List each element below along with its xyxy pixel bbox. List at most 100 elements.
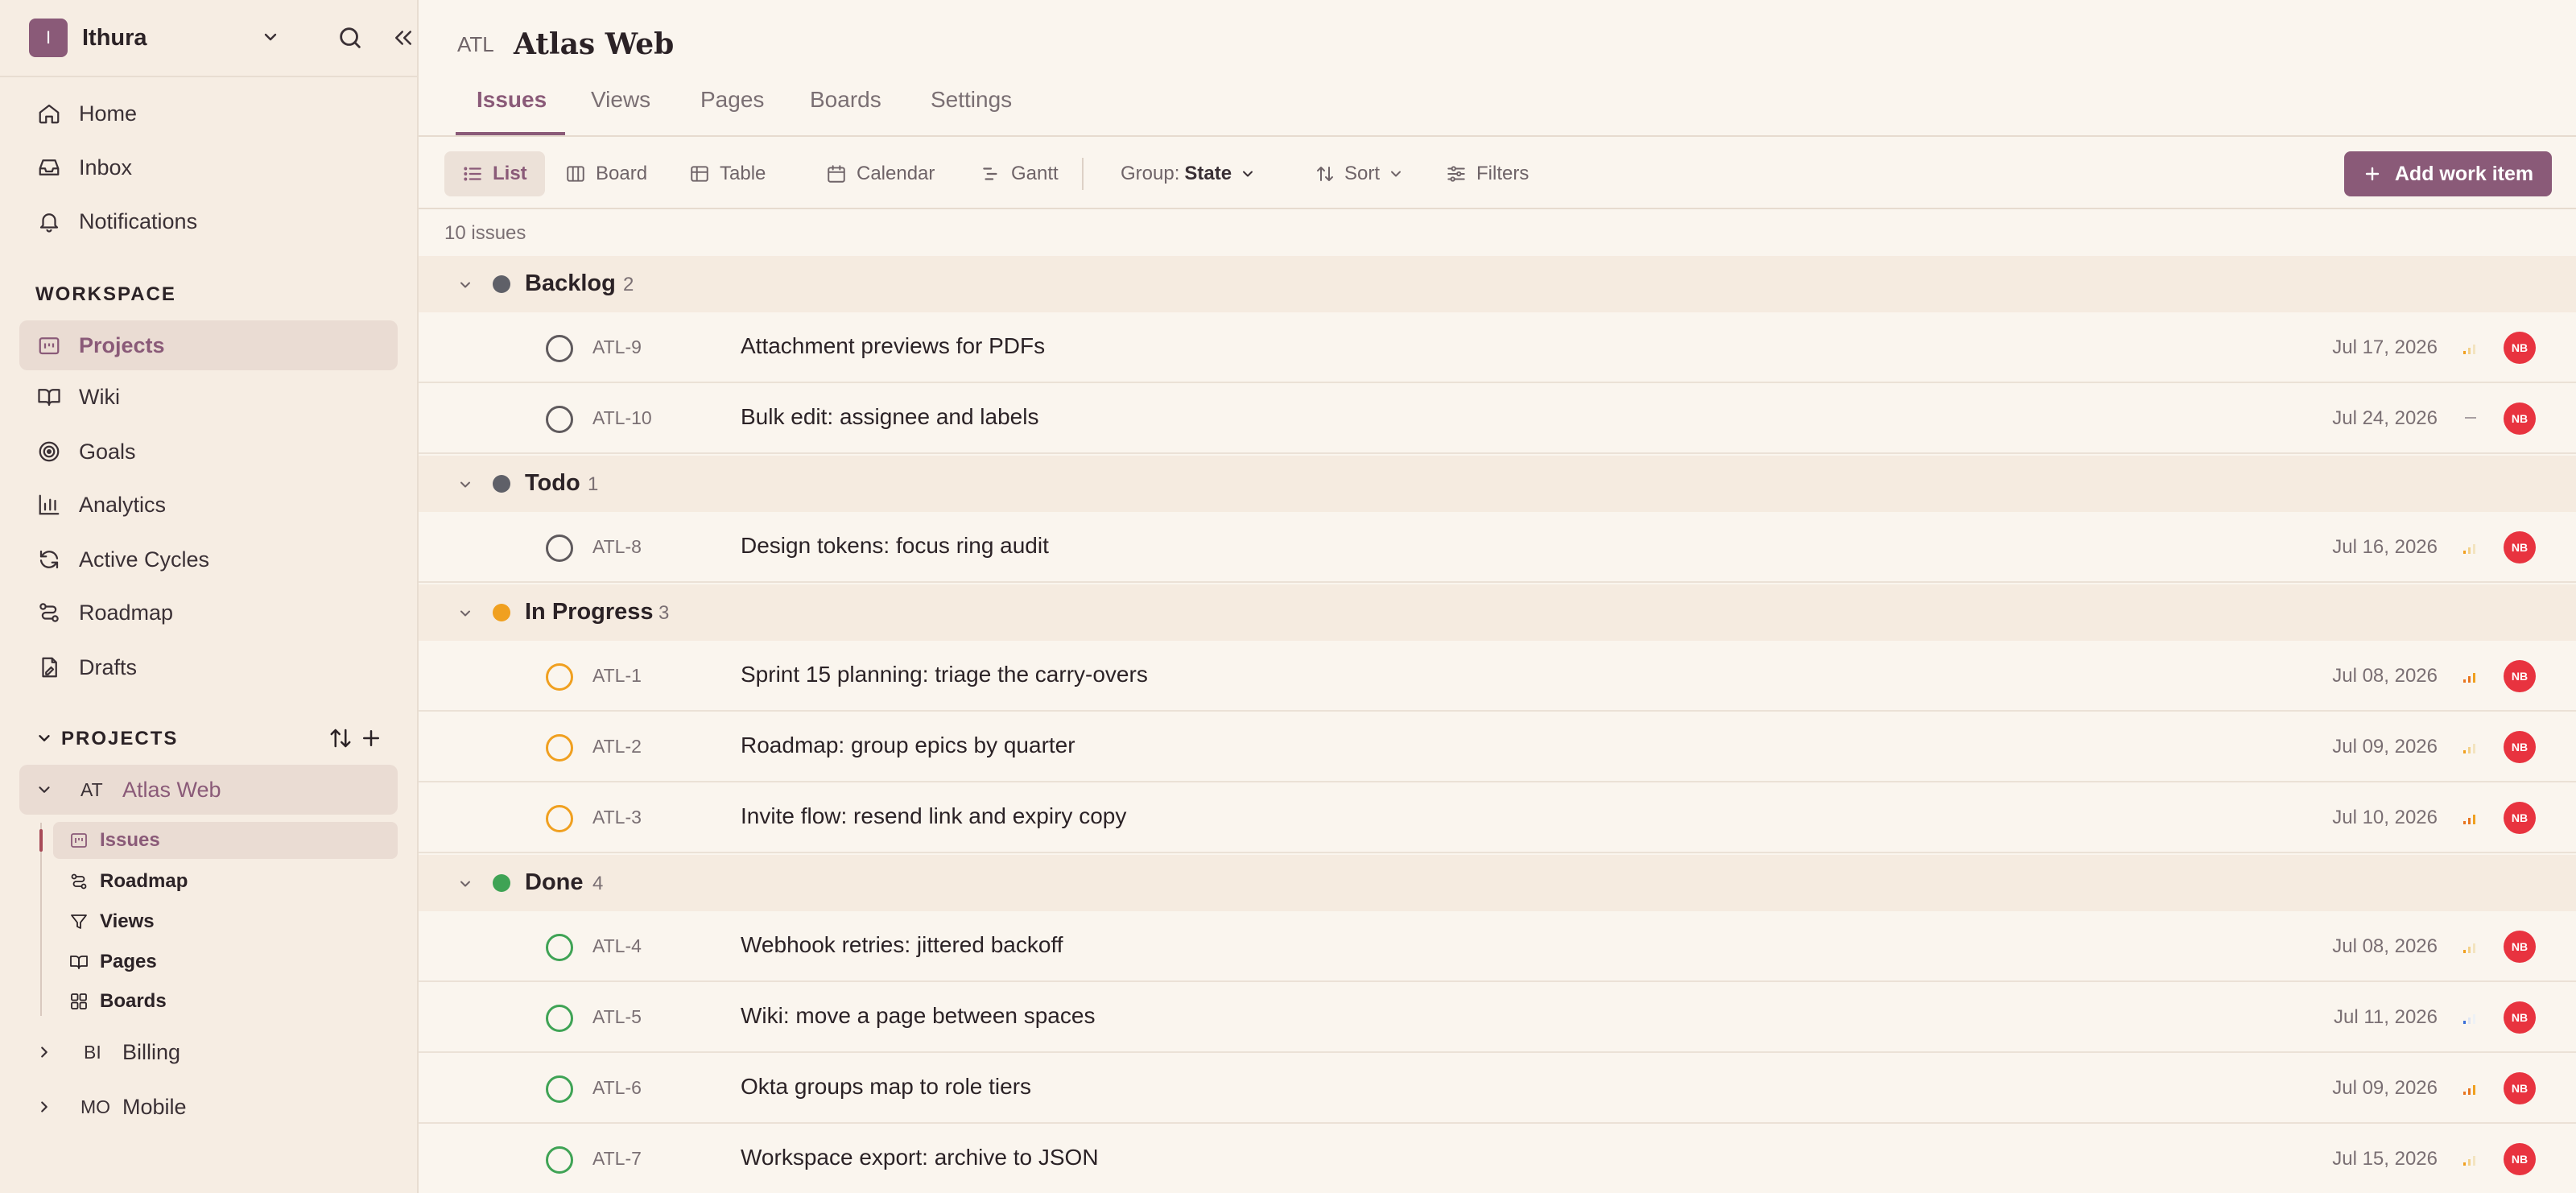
priority-low-icon[interactable] [2462,1008,2479,1026]
assignee-avatar[interactable]: NB [2504,931,2536,963]
project-subnav-pages[interactable]: Pages [53,943,398,980]
chevron-down-icon[interactable] [457,876,473,892]
issue-date[interactable]: Jul 10, 2026 [2332,807,2438,829]
issue-title[interactable]: Webhook retries: jittered backoff [741,932,1063,958]
issue-title[interactable]: Okta groups map to role tiers [741,1074,1031,1100]
priority-high-icon[interactable] [2462,808,2479,826]
project-subnav-boards[interactable]: Boards [53,983,398,1020]
issue-row[interactable]: ATL-7 Workspace export: archive to JSON … [419,1124,2576,1193]
issue-title[interactable]: Design tokens: focus ring audit [741,533,1049,559]
status-circle-icon[interactable] [546,663,573,691]
status-circle-icon[interactable] [546,1005,573,1032]
add-project-icon[interactable] [359,726,383,750]
group-header-in-progress[interactable]: In Progress 3 [419,584,2576,641]
group-header-todo[interactable]: Todo 1 [419,456,2576,512]
issue-date[interactable]: Jul 09, 2026 [2332,1077,2438,1100]
group-header-done[interactable]: Done 4 [419,855,2576,911]
issue-date[interactable]: Jul 09, 2026 [2332,736,2438,758]
project-mobile[interactable]: MO Mobile [19,1082,398,1132]
project-billing[interactable]: BI Billing [19,1027,398,1077]
issue-title[interactable]: Attachment previews for PDFs [741,333,1045,359]
issue-date[interactable]: Jul 11, 2026 [2334,1006,2438,1029]
assignee-avatar[interactable]: NB [2504,660,2536,692]
issue-title[interactable]: Invite flow: resend link and expiry copy [741,803,1126,829]
status-circle-icon[interactable] [546,1146,573,1174]
layout-gantt-button[interactable]: Gantt [963,151,1076,196]
nav-goals[interactable]: Goals [19,427,398,477]
chevron-down-icon[interactable] [261,27,280,47]
priority-low-icon[interactable] [2462,538,2479,555]
issue-row[interactable]: ATL-1 Sprint 15 planning: triage the car… [419,641,2576,712]
nav-projects[interactable]: Projects [19,320,398,370]
issue-row[interactable]: ATL-5 Wiki: move a page between spaces J… [419,982,2576,1053]
issue-row[interactable]: ATL-10 Bulk edit: assignee and labels Ju… [419,383,2576,454]
issue-date[interactable]: Jul 16, 2026 [2332,536,2438,559]
assignee-avatar[interactable]: NB [2504,802,2536,834]
priority-low-icon[interactable] [2462,937,2479,955]
project-subnav-issues[interactable]: Issues [53,822,398,859]
tab-boards[interactable]: Boards [810,87,881,113]
nav-home[interactable]: Home [19,89,398,138]
nav-drafts[interactable]: Drafts [19,642,398,692]
chevron-down-icon[interactable] [457,477,473,493]
chevron-right-icon[interactable] [35,1098,53,1116]
tab-pages[interactable]: Pages [700,87,764,113]
issue-title[interactable]: Bulk edit: assignee and labels [741,404,1038,430]
nav-notifications[interactable]: Notifications [19,196,398,246]
issue-row[interactable]: ATL-8 Design tokens: focus ring audit Ju… [419,512,2576,583]
status-circle-icon[interactable] [546,535,573,562]
tab-views[interactable]: Views [591,87,650,113]
status-circle-icon[interactable] [546,1075,573,1103]
tab-settings[interactable]: Settings [931,87,1012,113]
sort-dropdown[interactable]: Sort [1298,151,1422,196]
issue-date[interactable]: Jul 17, 2026 [2332,336,2438,359]
issue-date[interactable]: Jul 08, 2026 [2332,665,2438,687]
assignee-avatar[interactable]: NB [2504,1001,2536,1034]
priority-low-icon[interactable] [2462,737,2479,755]
status-circle-icon[interactable] [546,934,573,961]
assignee-avatar[interactable]: NB [2504,332,2536,364]
status-circle-icon[interactable] [546,406,573,433]
layout-table-button[interactable]: Table [671,151,783,196]
issue-title[interactable]: Workspace export: archive to JSON [741,1145,1099,1170]
issue-row[interactable]: ATL-3 Invite flow: resend link and expir… [419,782,2576,853]
chevron-down-icon[interactable] [457,605,473,621]
chevron-down-icon[interactable] [35,781,53,799]
project-atlas-web[interactable]: AT Atlas Web [19,765,398,815]
collapse-sidebar-icon[interactable] [391,26,415,50]
priority-none-icon[interactable] [2462,409,2479,427]
layout-board-button[interactable]: Board [547,151,665,196]
workspace-switcher[interactable]: I Ithura [29,18,411,58]
nav-analytics[interactable]: Analytics [19,480,398,530]
issue-date[interactable]: Jul 08, 2026 [2332,935,2438,958]
status-circle-icon[interactable] [546,805,573,832]
nav-active-cycles[interactable]: Active Cycles [19,535,398,584]
filters-button[interactable]: Filters [1428,151,1546,196]
assignee-avatar[interactable]: NB [2504,731,2536,763]
project-subnav-roadmap[interactable]: Roadmap [53,863,398,900]
priority-low-icon[interactable] [2462,1150,2479,1167]
status-circle-icon[interactable] [546,335,573,362]
assignee-avatar[interactable]: NB [2504,531,2536,563]
chevron-down-icon[interactable] [457,277,473,293]
priority-high-icon[interactable] [2462,667,2479,684]
nav-roadmap[interactable]: Roadmap [19,588,398,638]
group-by-dropdown[interactable]: Group: State [1103,151,1274,196]
tab-issues[interactable]: Issues [477,87,547,113]
priority-low-icon[interactable] [2462,338,2479,356]
assignee-avatar[interactable]: NB [2504,1143,2536,1175]
chevron-right-icon[interactable] [35,1043,53,1061]
assignee-avatar[interactable]: NB [2504,402,2536,435]
nav-wiki[interactable]: Wiki [19,372,398,422]
priority-high-icon[interactable] [2462,1079,2479,1096]
project-subnav-views[interactable]: Views [53,903,398,940]
layout-list-button[interactable]: List [444,151,545,196]
add-work-item-button[interactable]: Add work item [2344,151,2552,196]
group-header-backlog[interactable]: Backlog 2 [419,256,2576,312]
issue-row[interactable]: ATL-2 Roadmap: group epics by quarter Ju… [419,712,2576,782]
nav-inbox[interactable]: Inbox [19,142,398,192]
assignee-avatar[interactable]: NB [2504,1072,2536,1104]
issue-title[interactable]: Wiki: move a page between spaces [741,1003,1095,1029]
status-circle-icon[interactable] [546,734,573,762]
search-icon[interactable] [336,24,364,52]
